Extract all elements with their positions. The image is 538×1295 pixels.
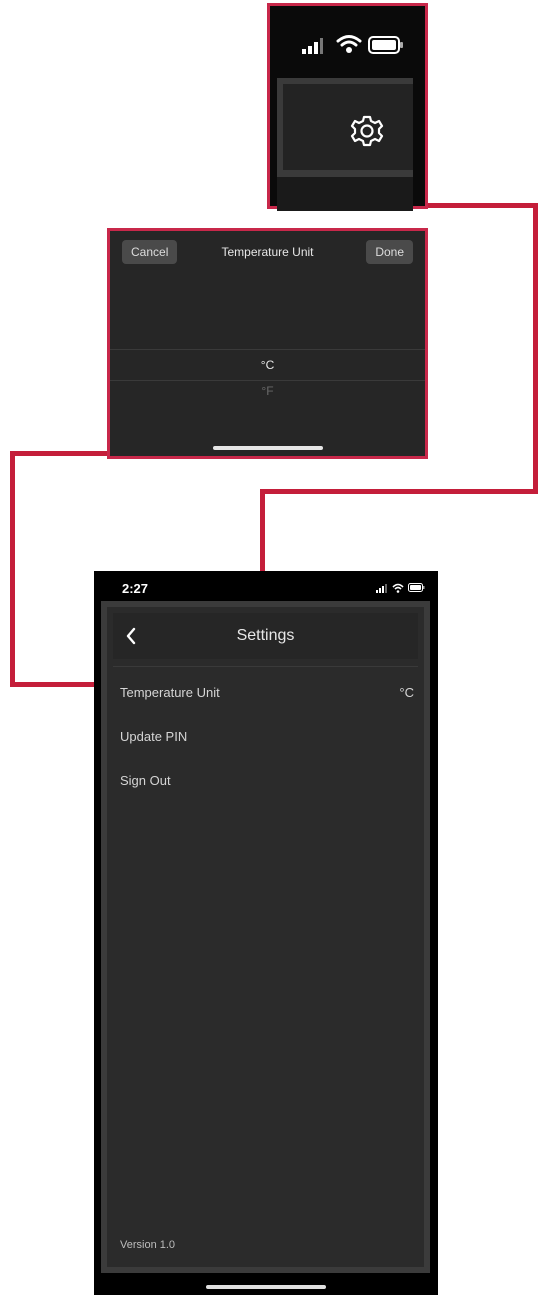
nav-bar: Settings <box>113 613 418 659</box>
temperature-unit-value: °C <box>399 685 414 700</box>
connector-gear-left <box>260 489 538 494</box>
menu-item-sign-out[interactable]: Sign Out <box>120 773 171 788</box>
menu-item-temperature-unit[interactable]: Temperature Unit <box>120 685 220 700</box>
wifi-icon <box>336 35 362 53</box>
page-title: Settings <box>236 627 295 644</box>
picker-option-fahrenheit[interactable]: °F <box>110 376 425 406</box>
menu-item-update-pin[interactable]: Update PIN <box>120 729 187 744</box>
callout-temperature-picker: Cancel Temperature Unit Done °C °F <box>107 228 428 459</box>
phone-screen: 2:27 Settings Temperature Unit °C Update… <box>94 571 438 1295</box>
version-label: Version 1.0 <box>120 1239 176 1251</box>
connector-picker-down <box>10 451 15 687</box>
gear-icon[interactable] <box>350 114 384 148</box>
settings-screen: Settings Temperature Unit °C Update PIN … <box>107 607 424 1267</box>
connector-gear-down <box>533 203 538 494</box>
signal-icon <box>376 584 387 593</box>
home-indicator <box>212 446 323 450</box>
status-time: 2:27 <box>122 581 149 596</box>
done-button[interactable]: Done <box>366 240 413 264</box>
connector-gear-right <box>428 203 538 208</box>
divider <box>113 666 418 667</box>
connector-picker-left <box>10 451 110 456</box>
screen-frame: Settings Temperature Unit °C Update PIN … <box>101 601 430 1273</box>
home-indicator <box>206 1285 326 1289</box>
header-frame <box>277 78 413 176</box>
signal-icon <box>302 38 323 54</box>
content-frame <box>277 171 413 211</box>
callout-gear <box>267 3 428 211</box>
battery-icon <box>408 583 425 592</box>
wifi-icon <box>392 583 404 593</box>
battery-icon <box>368 36 403 54</box>
